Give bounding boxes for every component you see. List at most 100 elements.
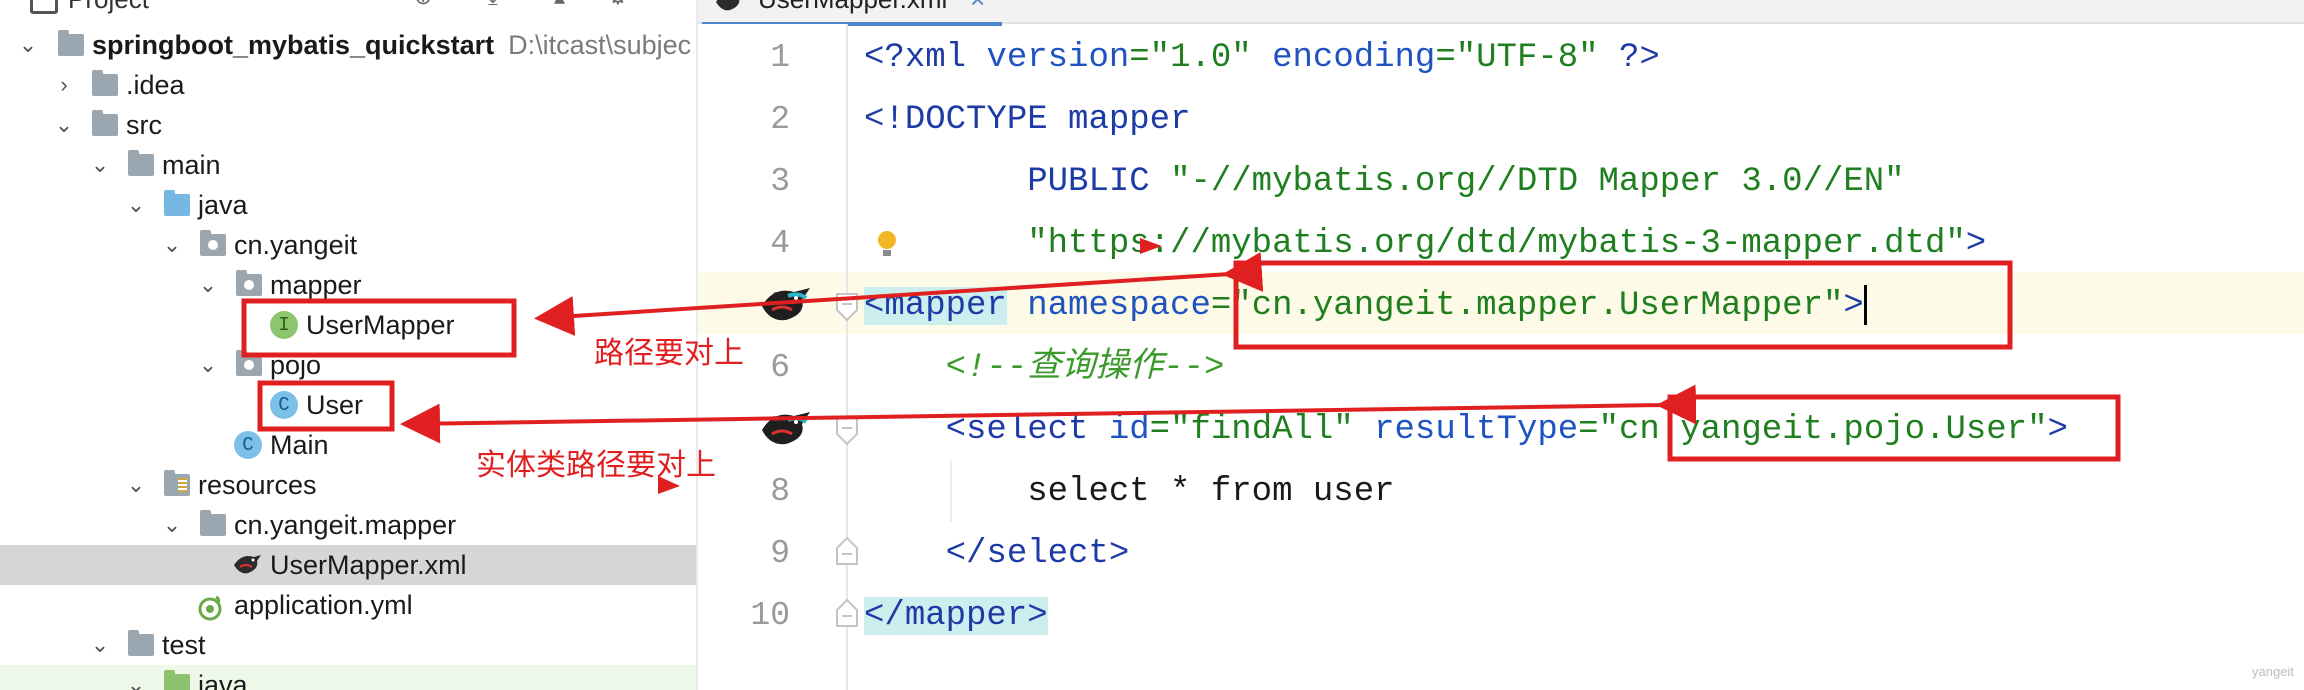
- fold-end-icon[interactable]: [834, 536, 860, 566]
- chevron-down-icon[interactable]: ⌄: [124, 465, 148, 505]
- result-type-value: cn.yangeit.pojo.User: [1618, 411, 2028, 449]
- chevron-down-icon[interactable]: ⌄: [160, 505, 184, 545]
- code-line-6[interactable]: <!--查询操作-->: [864, 344, 1225, 392]
- tree-item-src[interactable]: ⌄ src: [0, 105, 696, 145]
- folder-icon: [92, 110, 118, 136]
- code-line-9[interactable]: </select>: [864, 530, 1130, 578]
- line-number: 2: [770, 101, 790, 138]
- folder-icon: [92, 70, 118, 96]
- tree-item-usermapper[interactable]: I UserMapper: [0, 305, 696, 345]
- tree-item-label: cn.yangeit: [234, 230, 358, 260]
- tree-item-java[interactable]: ⌄ java: [0, 185, 696, 225]
- chevron-down-icon[interactable]: ⌄: [16, 25, 40, 65]
- mybatis-navigate-icon[interactable]: [758, 406, 814, 450]
- tree-item-label: User: [306, 390, 364, 420]
- code-line-2[interactable]: <!DOCTYPE mapper: [864, 96, 1190, 144]
- folder-icon: [58, 30, 84, 56]
- mybatis-bird-icon: [716, 0, 740, 11]
- package-icon: [200, 230, 226, 256]
- line-number: 9: [770, 535, 790, 572]
- tree-item-label: main: [162, 150, 221, 180]
- chevron-down-icon[interactable]: ⌄: [196, 265, 220, 305]
- tree-item-package-yangeit[interactable]: ⌄ cn.yangeit: [0, 225, 696, 265]
- namespace-value: cn.yangeit.mapper.UserMapper: [1251, 287, 1823, 325]
- package-icon: [236, 350, 262, 376]
- project-panel-title[interactable]: Project: [68, 0, 149, 15]
- code-line-5[interactable]: <mapper namespace="cn.yangeit.mapper.Use…: [864, 282, 1867, 330]
- chevron-down-icon[interactable]: ⌄: [88, 145, 112, 185]
- tree-item-label: .idea: [126, 70, 185, 100]
- tree-item-idea[interactable]: › .idea: [0, 65, 696, 105]
- tree-item-label: java: [198, 190, 248, 220]
- tree-item-application-yml[interactable]: application.yml: [0, 585, 696, 625]
- tree-item-package-mapper[interactable]: ⌄ mapper: [0, 265, 696, 305]
- code-line-1[interactable]: <?xml version="1.0" encoding="UTF-8" ?>: [864, 34, 1660, 82]
- line-number: 4: [770, 225, 790, 262]
- project-view-icon[interactable]: [30, 0, 58, 14]
- tree-item-project-root[interactable]: ⌄ springboot_mybatis_quickstart D:\itcast…: [0, 25, 696, 65]
- tree-item-test[interactable]: ⌄ test: [0, 625, 696, 665]
- tree-item-label: test: [162, 630, 206, 660]
- editor-tab-usermapper-xml[interactable]: UserMapper.xml ×: [702, 0, 1002, 26]
- chevron-down-icon[interactable]: ⌄: [124, 185, 148, 225]
- expand-icon[interactable]: ▴: [554, 0, 576, 9]
- tree-item-label: pojo: [270, 350, 322, 380]
- tree-item-label: resources: [198, 470, 317, 500]
- tree-item-label: java: [198, 670, 248, 690]
- code-line-3[interactable]: PUBLIC "-//mybatis.org//DTD Mapper 3.0//…: [864, 158, 1904, 206]
- tree-item-resource-package[interactable]: ⌄ cn.yangeit.mapper: [0, 505, 696, 545]
- tree-item-label: UserMapper: [306, 310, 455, 340]
- fold-collapse-icon[interactable]: [834, 416, 860, 446]
- class-icon: C: [270, 391, 298, 419]
- tree-item-main[interactable]: ⌄ main: [0, 145, 696, 185]
- mybatis-bird-icon: [234, 555, 261, 574]
- chevron-down-icon[interactable]: ⌄: [124, 665, 148, 690]
- folder-icon: [128, 630, 154, 656]
- tree-item-package-pojo[interactable]: ⌄ pojo: [0, 345, 696, 385]
- main-class-icon: C: [234, 431, 262, 459]
- chevron-down-icon[interactable]: ⌄: [160, 225, 184, 265]
- text-caret: [1863, 285, 1867, 326]
- folder-icon: [128, 150, 154, 176]
- spring-config-icon: [198, 595, 222, 621]
- watermark: yangeit: [2252, 664, 2294, 679]
- gutter-separator: [846, 24, 848, 690]
- close-icon[interactable]: ×: [970, 0, 985, 16]
- editor-tab-label: UserMapper.xml: [758, 0, 947, 16]
- tree-item-label: mapper: [270, 270, 362, 300]
- test-folder-icon: [164, 670, 190, 690]
- folder-icon: [200, 510, 226, 536]
- code-line-7[interactable]: <select id="findAll" resultType="cn.yang…: [864, 406, 2068, 454]
- line-number: 3: [770, 163, 790, 200]
- tree-item-label: src: [126, 110, 162, 140]
- line-number: 1: [770, 39, 790, 76]
- tree-item-label: cn.yangeit.mapper: [234, 510, 457, 540]
- project-path: D:\itcast\subjec: [508, 30, 692, 60]
- code-line-10[interactable]: </mapper>: [864, 592, 1048, 640]
- interface-icon: I: [270, 311, 298, 339]
- tree-item-label: Main: [270, 430, 329, 460]
- code-line-4[interactable]: "https://mybatis.org/dtd/mybatis-3-mappe…: [864, 220, 1986, 268]
- chevron-down-icon[interactable]: ⌄: [196, 345, 220, 385]
- mybatis-navigate-icon[interactable]: [758, 282, 814, 326]
- annotation-label-path: 路径要对上: [594, 336, 744, 371]
- collapse-all-icon[interactable]: ⤓: [488, 0, 510, 9]
- fold-collapse-icon[interactable]: [834, 292, 860, 322]
- tree-item-label: UserMapper.xml: [270, 550, 467, 580]
- code-comment: <!--查询操作-->: [945, 349, 1225, 387]
- tree-item-label: springboot_mybatis_quickstart: [92, 30, 495, 60]
- tree-item-user[interactable]: C User: [0, 385, 696, 425]
- tree-item-label: application.yml: [234, 590, 413, 620]
- tree-item-test-java[interactable]: ⌄ java: [0, 665, 696, 690]
- tree-item-usermapper-xml[interactable]: UserMapper.xml: [0, 545, 696, 585]
- fold-end-icon[interactable]: [834, 598, 860, 628]
- locate-icon[interactable]: ⊕: [414, 0, 436, 9]
- settings-gear-icon[interactable]: ⚙: [608, 0, 630, 9]
- resources-folder-icon: [164, 470, 190, 496]
- chevron-right-icon[interactable]: ›: [52, 65, 76, 105]
- line-number: 10: [750, 597, 790, 634]
- code-line-8[interactable]: select * from user: [864, 468, 1394, 516]
- chevron-down-icon[interactable]: ⌄: [52, 105, 76, 145]
- annotation-label-entity-path: 实体类路径要对上: [476, 448, 716, 483]
- chevron-down-icon[interactable]: ⌄: [88, 625, 112, 665]
